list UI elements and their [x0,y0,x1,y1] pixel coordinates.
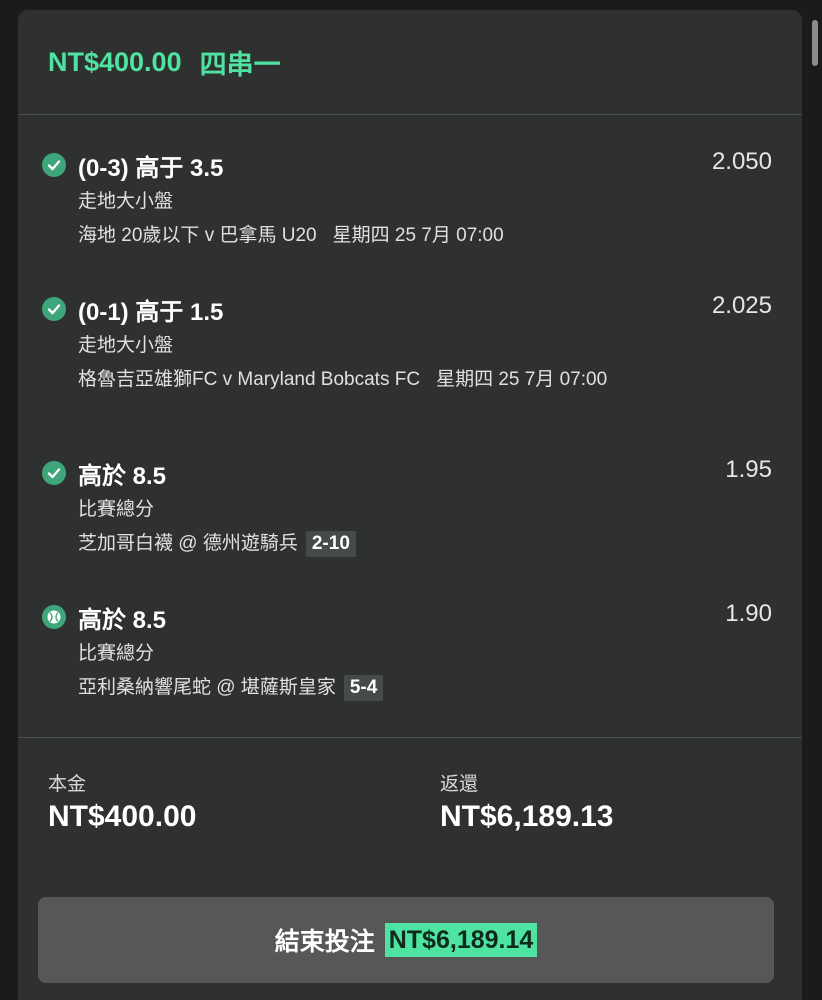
leg-odds: 1.90 [725,600,772,627]
leg-event-name: 格魯吉亞雄獅FC v Maryland Bobcats FC [78,369,421,390]
leg-event-time: 星期四 25 7月 07:00 [332,225,504,246]
return-label: 返還 [440,774,479,795]
leg-event-name: 芝加哥白襪 @ 德州遊騎兵 [78,533,298,554]
leg-selection: 高於 8.5 [78,607,167,634]
leg-odds: 1.95 [725,456,772,483]
leg-market: 走地大小盤 [78,191,174,212]
cashout-label: 結束投注 [274,928,375,956]
leg-score-badge: 2-10 [305,531,356,557]
baseball-live-icon [42,605,66,629]
bet-type: 四串一 [199,49,281,80]
leg-odds: 2.050 [711,148,772,175]
leg-selection: 高於 8.5 [78,463,167,490]
leg-odds: 2.025 [711,292,772,319]
cashout-button[interactable]: 結束投注 NT$6,189.14 [38,897,774,983]
bet-header: NT$400.00 四串一 [18,10,802,115]
stake-label: 本金 [48,774,87,795]
leg-event: 亞利桑納響尾蛇 @ 堪薩斯皇家 5-4 [78,673,668,702]
leg-event-name: 海地 20歲以下 v 巴拿馬 U20 [78,225,317,246]
leg-event: 芝加哥白襪 @ 德州遊騎兵 2-10 [78,529,668,558]
leg-market: 比賽總分 [78,643,155,664]
summary-divider [18,737,802,738]
bet-slip-card: NT$400.00 四串一 (0-3) 高于 3.5 2.050 走地大小盤 海… [18,10,802,1000]
leg-market: 比賽總分 [78,499,155,520]
leg-selection: (0-1) 高于 1.5 [78,299,224,326]
check-circle-icon [42,461,66,485]
leg-selection: (0-3) 高于 3.5 [78,155,224,182]
leg-event-name: 亞利桑納響尾蛇 @ 堪薩斯皇家 [78,677,336,698]
leg-event-time: 星期四 25 7月 07:00 [436,369,608,390]
stake-value: NT$400.00 [48,800,197,833]
leg-market: 走地大小盤 [78,335,174,356]
leg-event: 海地 20歲以下 v 巴拿馬 U20 星期四 25 7月 07:00 [78,221,668,250]
cashout-amount: NT$6,189.14 [384,923,538,957]
return-value: NT$6,189.13 [440,800,614,833]
scrollbar[interactable] [812,20,818,66]
leg-score-badge: 5-4 [343,675,384,701]
bet-stake-amount: NT$400.00 [48,46,182,77]
leg-event: 格魯吉亞雄獅FC v Maryland Bobcats FC 星期四 25 7月 … [78,365,668,394]
check-circle-icon [42,297,66,321]
check-circle-icon [42,153,66,177]
